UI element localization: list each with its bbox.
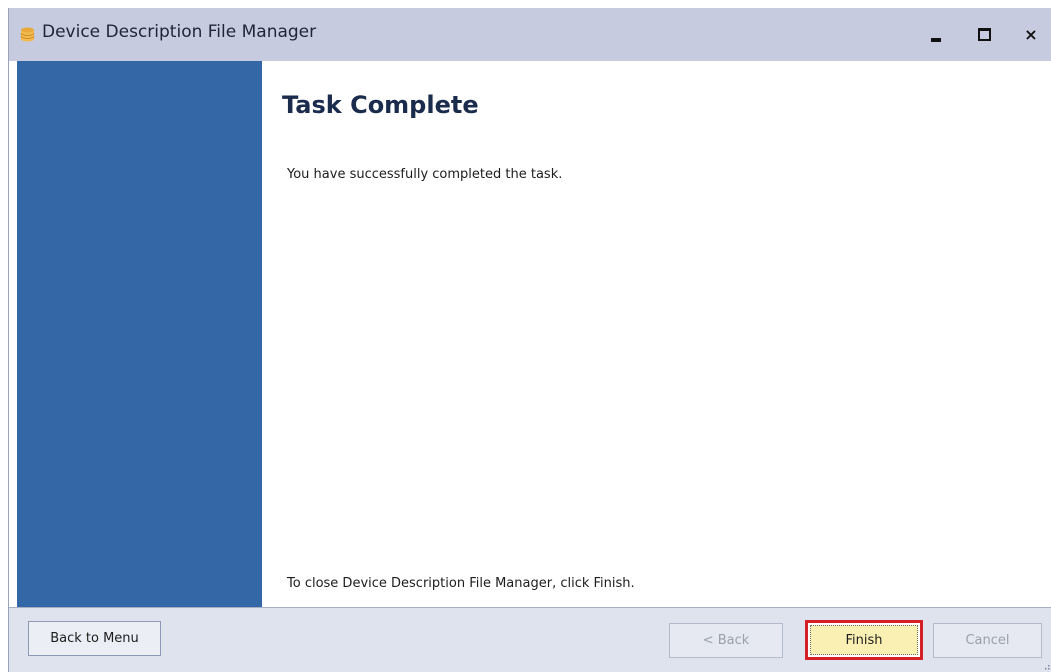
wizard-footer: Back to Menu < Back Finish Cancel xyxy=(9,607,1051,672)
database-icon xyxy=(20,27,35,42)
close-icon: × xyxy=(1024,24,1038,44)
minimize-button[interactable] xyxy=(917,16,955,52)
resize-grip-icon[interactable] xyxy=(1044,664,1050,670)
cancel-button[interactable]: Cancel xyxy=(933,623,1042,658)
back-button[interactable]: < Back xyxy=(669,623,783,658)
wizard-window: Device Description File Manager × Task C… xyxy=(8,8,1051,672)
wizard-sidebar-panel xyxy=(17,61,262,607)
title-bar[interactable]: Device Description File Manager × xyxy=(9,8,1051,61)
wizard-content-panel: Task Complete You have successfully comp… xyxy=(262,61,1051,607)
maximize-icon xyxy=(977,27,991,41)
page-heading: Task Complete xyxy=(282,91,479,119)
finish-button-label: Finish xyxy=(810,625,918,655)
close-button[interactable]: × xyxy=(1012,16,1050,52)
minimize-icon xyxy=(931,38,941,42)
finish-button[interactable]: Finish xyxy=(805,620,923,660)
maximize-button[interactable] xyxy=(965,16,1003,52)
close-instruction-text: To close Device Description File Manager… xyxy=(287,576,635,591)
completion-message: You have successfully completed the task… xyxy=(287,167,563,182)
window-title: Device Description File Manager xyxy=(42,22,317,42)
back-to-menu-button[interactable]: Back to Menu xyxy=(28,621,161,656)
